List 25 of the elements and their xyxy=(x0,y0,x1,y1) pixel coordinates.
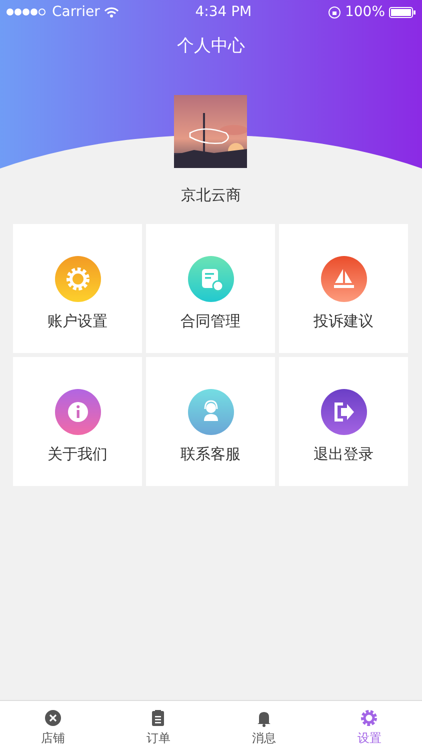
settings-icon xyxy=(360,709,378,727)
carrier-label: Carrier xyxy=(52,2,100,22)
battery-icon xyxy=(389,6,416,18)
document-icon xyxy=(188,256,234,302)
user-name: 京北云商 xyxy=(181,186,241,204)
menu-tile[interactable]: 合同管理 xyxy=(146,224,275,353)
sailboat-icon xyxy=(320,256,366,302)
menu-tile[interactable]: 投诉建议 xyxy=(279,224,408,353)
headset-person-icon xyxy=(188,389,234,435)
tab-item[interactable]: 设置 xyxy=(316,701,422,750)
gear-icon xyxy=(54,256,100,302)
menu-tile[interactable]: 关于我们 xyxy=(13,357,142,486)
tab-item[interactable]: 订单 xyxy=(106,701,211,750)
menu-tile[interactable]: 联系客服 xyxy=(146,357,275,486)
tab-item[interactable]: 消息 xyxy=(211,701,316,750)
menu-tile[interactable]: 账户设置 xyxy=(13,224,142,353)
menu-tile[interactable]: 退出登录 xyxy=(279,357,408,486)
rotation-lock-icon xyxy=(328,6,341,18)
battery-label: 100% xyxy=(344,2,385,22)
tab-item[interactable]: 店铺 xyxy=(0,701,106,750)
page-title: 个人中心 xyxy=(177,36,245,56)
time-label: 4:34 PM xyxy=(195,2,252,22)
info-icon xyxy=(54,389,100,435)
wifi-icon xyxy=(104,6,119,18)
signal-icon xyxy=(6,8,48,16)
